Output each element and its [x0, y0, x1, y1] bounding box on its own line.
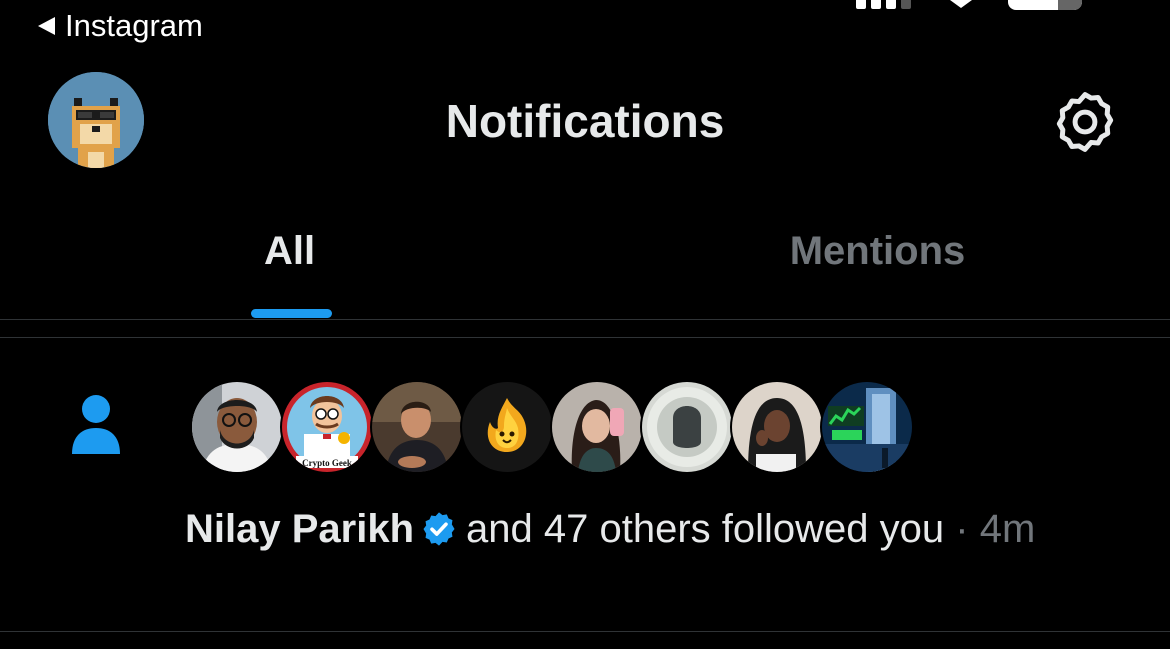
follow-notification[interactable]: Crypto Geek Nilay Parikh and 47 others f… [0, 338, 1170, 632]
follower-avatar[interactable]: Crypto Geek [280, 380, 374, 474]
tab-mentions-label: Mentions [789, 229, 966, 273]
page-title: Notifications [445, 95, 725, 147]
follower-avatars: Crypto Geek [190, 380, 914, 474]
follower-avatar[interactable] [460, 380, 554, 474]
tab-all-label: All [263, 229, 316, 273]
settings-button[interactable] [1050, 87, 1120, 157]
follower-avatar[interactable] [370, 380, 464, 474]
app-header: Notifications [0, 60, 1170, 180]
status-bar: Instagram [0, 0, 1170, 50]
avatar-badge-text: Crypto Geek [302, 458, 352, 468]
separator-dot: · [955, 507, 969, 551]
battery-icon [1008, 0, 1082, 10]
follower-avatar[interactable] [820, 380, 914, 474]
notification-text: Nilay Parikh and 47 others followed you … [185, 501, 1115, 557]
notification-tabs: All Mentions [0, 205, 1170, 320]
back-link-label: Instagram [65, 8, 203, 43]
verified-badge-icon [423, 512, 455, 546]
follower-avatar[interactable] [640, 380, 734, 474]
notification-message: and 47 others followed you [466, 507, 945, 551]
tab-active-indicator [251, 309, 332, 318]
follower-avatar[interactable] [550, 380, 644, 474]
gear-icon [1056, 92, 1114, 152]
back-arrow-icon [38, 17, 55, 35]
cellular-signal-icon [856, 0, 911, 9]
tab-all[interactable]: All [0, 205, 585, 318]
wifi-icon [950, 0, 972, 8]
tab-mentions[interactable]: Mentions [585, 205, 1170, 318]
follower-avatar[interactable] [190, 380, 284, 474]
follower-avatar[interactable] [730, 380, 824, 474]
person-icon [72, 395, 120, 454]
back-to-instagram-link[interactable]: Instagram [38, 6, 203, 46]
notification-timestamp: 4m [979, 507, 1036, 551]
follower-name[interactable]: Nilay Parikh [185, 507, 414, 551]
